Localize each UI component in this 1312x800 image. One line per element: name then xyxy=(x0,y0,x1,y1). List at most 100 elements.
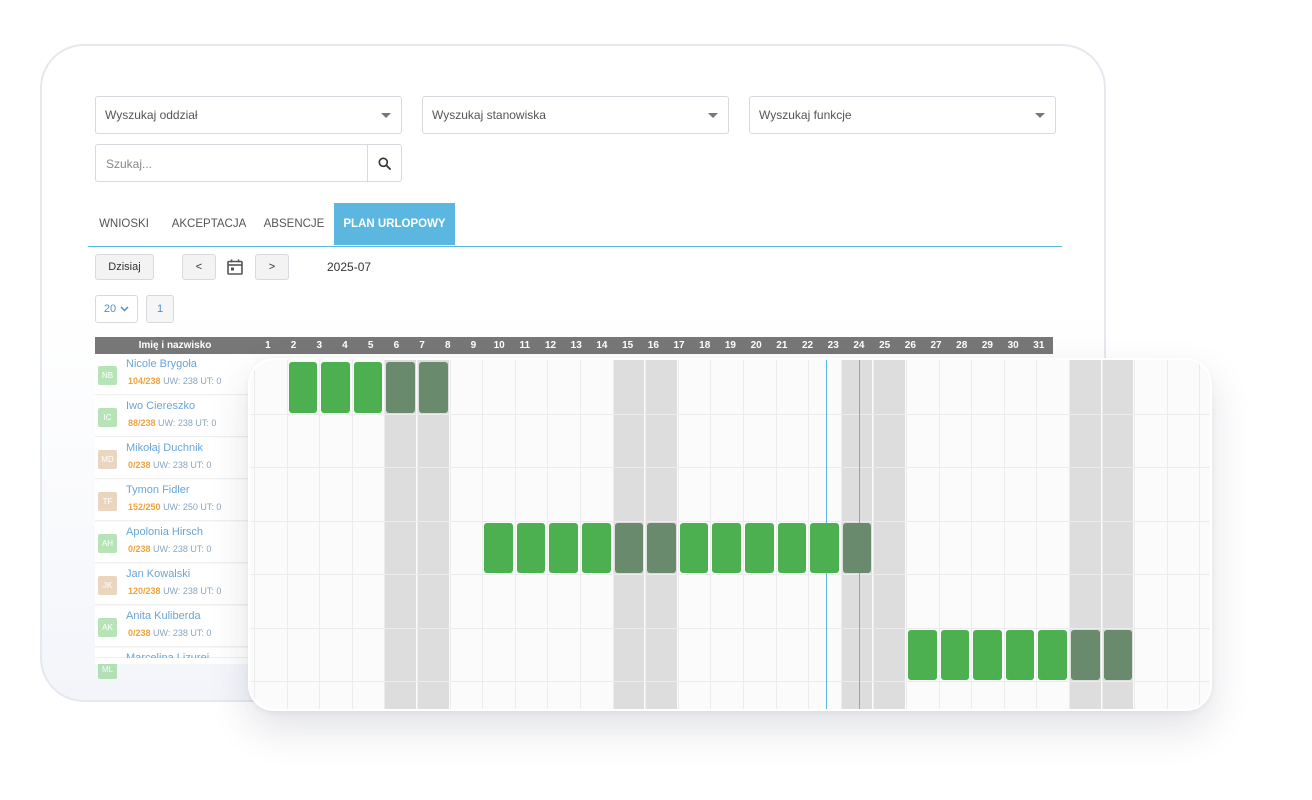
day-header-24: 24 xyxy=(853,340,865,351)
employee-row[interactable]: MLMarcelina Lizurej xyxy=(95,648,255,679)
page-size-value: 20 xyxy=(103,303,117,315)
calendar-icon xyxy=(227,259,243,275)
employee-row[interactable]: AH Apolonia Hirsch 0/238 UW: 238 UT: 0 xyxy=(95,522,255,563)
next-month-button[interactable]: > xyxy=(255,254,289,280)
day-header-9: 9 xyxy=(470,340,477,351)
leave-block-weekend[interactable] xyxy=(842,522,872,573)
day-header-21: 21 xyxy=(776,340,788,351)
employee-row[interactable]: AK Anita Kuliberda 0/238 UW: 238 UT: 0 xyxy=(95,606,255,647)
leave-remaining: UW: 238 UT: 0 xyxy=(153,628,212,638)
grid-row-line xyxy=(250,413,1210,415)
avatar: AH xyxy=(98,534,117,553)
search-input[interactable] xyxy=(96,145,378,183)
day-header-7: 7 xyxy=(419,340,425,351)
leave-used: 104/238 xyxy=(128,376,161,386)
employee-stats: 0/238 UW: 238 UT: 0 xyxy=(128,460,211,470)
current-month: 2025-07 xyxy=(327,260,372,274)
chevron-down-icon xyxy=(1035,113,1045,118)
day-header-28: 28 xyxy=(956,340,968,351)
leave-block[interactable] xyxy=(582,522,611,573)
day-header-10: 10 xyxy=(493,340,505,351)
leave-block[interactable] xyxy=(1038,629,1067,680)
chevron-down-icon xyxy=(381,113,391,118)
leave-block[interactable] xyxy=(679,522,709,573)
employee-row[interactable]: NB Nicole Brygoła 104/238 UW: 238 UT: 0 xyxy=(95,354,255,395)
tab-akceptacja[interactable]: AKCEPTACJA xyxy=(164,203,254,245)
employee-name[interactable]: Anita Kuliberda xyxy=(126,610,201,622)
leave-used: 0/238 xyxy=(128,460,151,470)
employee-stats: 88/238 UW: 238 UT: 0 xyxy=(128,418,216,428)
leave-block-weekend[interactable] xyxy=(647,522,676,573)
leave-block-weekend[interactable] xyxy=(1071,629,1100,680)
leave-block[interactable] xyxy=(353,362,383,413)
employee-name[interactable]: Nicole Brygoła xyxy=(126,358,197,370)
employee-name[interactable]: Apolonia Hirsch xyxy=(126,526,203,538)
employee-name[interactable]: Tymon Fidler xyxy=(126,484,190,496)
tab-bar: WNIOSKI AKCEPTACJA ABSENCJE PLAN URLOPOW… xyxy=(88,203,1062,247)
function-dropdown-label: Wyszukaj funkcje xyxy=(759,108,852,122)
name-column-header: Imię i nazwisko xyxy=(138,340,212,351)
prev-month-button[interactable]: < xyxy=(182,254,216,280)
leave-block[interactable] xyxy=(777,522,807,573)
page-1-button[interactable]: 1 xyxy=(146,295,174,323)
department-dropdown[interactable]: Wyszukaj oddział xyxy=(95,96,402,134)
employee-row[interactable]: IC Iwo Ciereszko 88/238 UW: 238 UT: 0 xyxy=(95,396,255,437)
employee-name[interactable]: Mikołaj Duchnik xyxy=(126,442,203,454)
employee-stats: 0/238 UW: 238 UT: 0 xyxy=(128,544,211,554)
employee-row[interactable]: TF Tymon Fidler 152/250 UW: 250 UT: 0 xyxy=(95,480,255,521)
search-button[interactable] xyxy=(367,145,401,181)
leave-block[interactable] xyxy=(549,522,578,573)
tab-absencje[interactable]: ABSENCJE xyxy=(258,203,330,245)
leave-block[interactable] xyxy=(1005,629,1035,680)
calendar-button[interactable] xyxy=(226,258,244,281)
leave-block-weekend[interactable] xyxy=(1103,629,1133,680)
tab-wnioski[interactable]: WNIOSKI xyxy=(88,203,160,245)
position-dropdown[interactable]: Wyszukaj stanowiska xyxy=(422,96,729,134)
today-button[interactable]: Dzisiaj xyxy=(95,254,154,280)
day-header-6: 6 xyxy=(393,340,400,351)
grid-row-line xyxy=(250,627,1210,629)
calendar-zoom-card xyxy=(248,358,1212,711)
leave-block[interactable] xyxy=(712,522,741,573)
day-header-8: 8 xyxy=(444,340,451,351)
employee-row[interactable]: JK Jan Kowalski 120/238 UW: 238 UT: 0 xyxy=(95,564,255,605)
function-dropdown[interactable]: Wyszukaj funkcje xyxy=(749,96,1056,134)
page-size-select[interactable]: 20 xyxy=(95,295,138,323)
leave-block[interactable] xyxy=(973,629,1002,680)
leave-remaining: UW: 238 UT: 0 xyxy=(163,586,222,596)
leave-block-weekend[interactable] xyxy=(614,522,644,573)
day-header-16: 16 xyxy=(647,340,659,351)
position-dropdown-label: Wyszukaj stanowiska xyxy=(432,108,546,122)
chevron-down-icon xyxy=(708,113,718,118)
day-header-20: 20 xyxy=(750,340,762,351)
leave-remaining: UW: 250 UT: 0 xyxy=(163,502,222,512)
employee-name[interactable]: Jan Kowalski xyxy=(126,568,190,580)
leave-block[interactable] xyxy=(745,522,774,573)
department-dropdown-label: Wyszukaj oddział xyxy=(105,108,198,122)
tab-plan-urlopowy[interactable]: PLAN URLOPOWY xyxy=(334,203,455,245)
day-header-12: 12 xyxy=(544,340,557,351)
leave-remaining: UW: 238 UT: 0 xyxy=(158,418,217,428)
leave-block[interactable] xyxy=(288,362,318,413)
employee-row[interactable]: MD Mikołaj Duchnik 0/238 UW: 238 UT: 0 xyxy=(95,438,255,479)
leave-used: 120/238 xyxy=(128,586,161,596)
leave-used: 152/250 xyxy=(128,502,161,512)
avatar: JK xyxy=(98,576,117,595)
leave-block[interactable] xyxy=(516,522,546,573)
leave-block-weekend[interactable] xyxy=(419,362,448,413)
leave-block-weekend[interactable] xyxy=(386,362,415,413)
leave-block[interactable] xyxy=(321,362,350,413)
day-header-25: 25 xyxy=(879,340,891,351)
grid-row-line xyxy=(250,467,1210,468)
leave-block[interactable] xyxy=(484,522,513,573)
employee-name[interactable]: Iwo Ciereszko xyxy=(126,400,195,412)
day-header-18: 18 xyxy=(699,340,711,351)
leave-block[interactable] xyxy=(810,522,839,573)
employee-stats: 152/250 UW: 250 UT: 0 xyxy=(128,502,221,512)
leave-remaining: UW: 238 UT: 0 xyxy=(163,376,222,386)
leave-block[interactable] xyxy=(908,629,937,680)
day-header-4: 4 xyxy=(342,340,348,351)
day-header-26: 26 xyxy=(904,340,916,351)
day-header-1: 1 xyxy=(265,340,271,351)
leave-block[interactable] xyxy=(940,629,970,680)
